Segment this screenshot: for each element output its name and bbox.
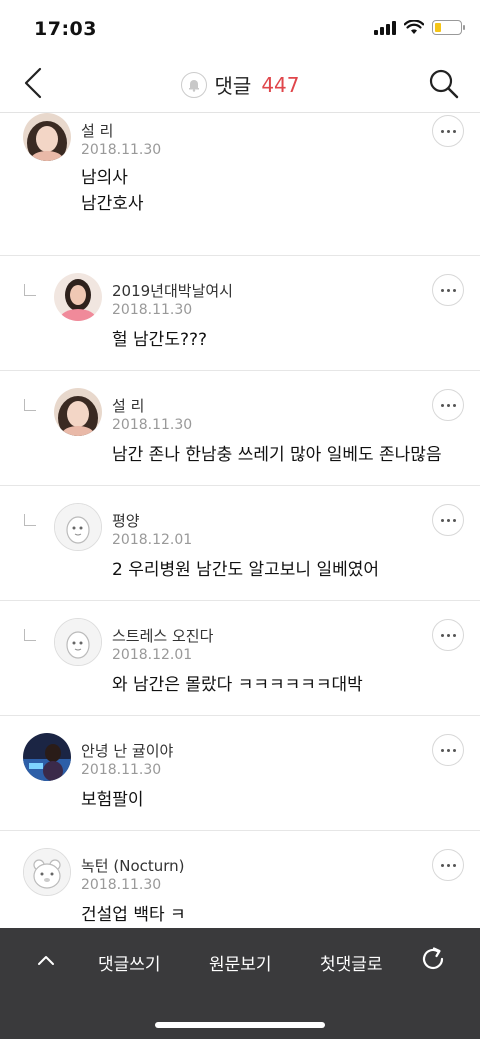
comment-item: 설 리 2018.11.30 남의사 남간호사 <box>0 113 480 256</box>
default-avatar-icon[interactable] <box>54 618 102 666</box>
more-options-button[interactable] <box>432 619 464 651</box>
comment-text-line: 헐 남간도??? <box>112 330 208 350</box>
comment-date: 2018.11.30 <box>81 762 162 778</box>
comment-text-line: 와 남간은 몰랐다 ㅋㅋㅋㅋㅋㅋ대박 <box>112 675 363 695</box>
more-options-button[interactable] <box>432 389 464 421</box>
default-avatar-icon[interactable] <box>23 848 71 896</box>
comment-text: 2 우리병원 남간도 알고보니 일베였어 <box>112 557 379 583</box>
status-bar: 17:03 <box>0 0 480 56</box>
default-avatar-icon[interactable] <box>54 503 102 551</box>
home-indicator[interactable] <box>155 1022 325 1028</box>
nav-title-label: 댓글 <box>214 74 252 98</box>
comment-item: 스트레스 오진다 2018.12.01 와 남간은 몰랐다 ㅋㅋㅋㅋㅋㅋ대박 <box>0 601 480 716</box>
comment-text-line: 건설업 백타 ㅋ <box>81 905 186 925</box>
page-title: 댓글 447 <box>0 70 480 99</box>
wifi-icon <box>404 20 424 34</box>
signal-icon <box>374 20 396 35</box>
view-original-button[interactable]: 원문보기 <box>209 950 272 975</box>
comment-item: 설 리 2018.11.30 남간 존나 한남충 쓰레기 많아 일베도 존나많음 <box>0 371 480 486</box>
avatar[interactable] <box>54 273 102 321</box>
status-time: 17:03 <box>34 18 97 40</box>
scroll-up-icon[interactable] <box>34 948 58 972</box>
avatar[interactable] <box>54 388 102 436</box>
reply-indicator-icon <box>24 514 36 526</box>
status-icons <box>374 20 465 35</box>
comment-text: 와 남간은 몰랐다 ㅋㅋㅋㅋㅋㅋ대박 <box>112 672 363 698</box>
comment-date: 2018.11.30 <box>112 302 193 318</box>
more-options-button[interactable] <box>432 115 464 147</box>
comment-text-line: 남간 존나 한남충 쓰레기 많아 일베도 존나많음 <box>112 445 442 465</box>
comment-author[interactable]: 안녕 난 귤이야 <box>81 740 173 761</box>
more-options-button[interactable] <box>432 274 464 306</box>
comment-text-line: 남의사 <box>81 168 128 188</box>
reply-indicator-icon <box>24 399 36 411</box>
comment-author[interactable]: 평양 <box>112 510 140 531</box>
comment-text: 남간 존나 한남충 쓰레기 많아 일베도 존나많음 <box>112 442 442 468</box>
write-comment-button[interactable]: 댓글쓰기 <box>98 950 161 975</box>
avatar[interactable] <box>23 113 71 161</box>
comment-list[interactable]: 설 리 2018.11.30 남의사 남간호사 2019년대박날여시 2018.… <box>0 113 480 928</box>
comment-date: 2018.12.01 <box>112 647 193 663</box>
comment-text: 건설업 백타 ㅋ <box>81 902 186 928</box>
comment-count: 447 <box>261 72 300 97</box>
more-options-button[interactable] <box>432 849 464 881</box>
comment-author[interactable]: 설 리 <box>81 120 113 141</box>
search-icon[interactable] <box>428 68 460 100</box>
battery-icon <box>432 20 465 35</box>
comment-text: 남의사 남간호사 <box>81 165 144 217</box>
refresh-icon[interactable] <box>418 944 448 974</box>
comment-text-line: 보험팔이 <box>81 790 144 810</box>
comment-item: 2019년대박날여시 2018.11.30 헐 남간도??? <box>0 256 480 371</box>
comment-item: 안녕 난 귤이야 2018.11.30 보험팔이 <box>0 716 480 831</box>
comment-text: 헐 남간도??? <box>112 327 207 353</box>
comment-text: 보험팔이 <box>81 787 144 813</box>
comment-author[interactable]: 녹턴 (Nocturn) <box>81 855 185 876</box>
first-comment-button[interactable]: 첫댓글로 <box>320 950 383 975</box>
comment-text-line: 2 우리병원 남간도 알고보니 일베였어 <box>112 560 380 580</box>
reply-indicator-icon <box>24 284 36 296</box>
more-options-button[interactable] <box>432 504 464 536</box>
more-options-button[interactable] <box>432 734 464 766</box>
comment-item: 녹턴 (Nocturn) 2018.11.30 건설업 백타 ㅋ <box>0 831 480 928</box>
bottom-toolbar: 댓글쓰기 원문보기 첫댓글로 <box>0 928 480 1039</box>
comment-text-line: 남간호사 <box>81 194 144 214</box>
comment-date: 2018.12.01 <box>112 532 193 548</box>
nav-bar: 댓글 447 <box>0 56 480 113</box>
reply-indicator-icon <box>24 629 36 641</box>
bell-icon[interactable] <box>180 71 207 98</box>
comment-author[interactable]: 2019년대박날여시 <box>112 280 233 301</box>
comment-author[interactable]: 설 리 <box>112 395 144 416</box>
comment-date: 2018.11.30 <box>112 417 193 433</box>
comment-date: 2018.11.30 <box>81 877 162 893</box>
avatar[interactable] <box>23 733 71 781</box>
comment-date: 2018.11.30 <box>81 142 162 158</box>
comment-author[interactable]: 스트레스 오진다 <box>112 625 213 646</box>
comment-item: 평양 2018.12.01 2 우리병원 남간도 알고보니 일베였어 <box>0 486 480 601</box>
